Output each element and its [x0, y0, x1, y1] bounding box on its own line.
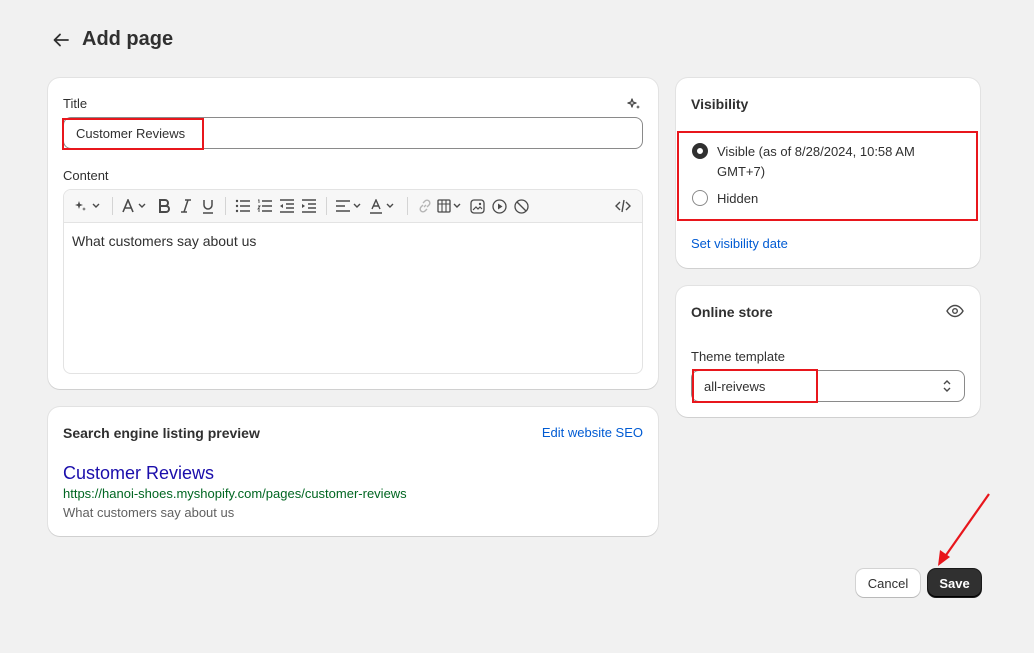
visible-radio-label: Visible (as of 8/28/2024, 10:58 AM GMT+7…: [717, 144, 915, 179]
table-dropdown-icon[interactable]: [436, 194, 466, 218]
bulleted-list-icon[interactable]: [232, 194, 254, 218]
page-title: Add page: [82, 28, 174, 50]
content-label: Content: [63, 168, 109, 183]
italic-icon[interactable]: [175, 194, 197, 218]
align-dropdown-icon[interactable]: [333, 194, 367, 218]
clear-format-icon[interactable]: [510, 194, 532, 218]
eye-icon[interactable]: [946, 304, 964, 318]
rich-text-editor: What customers say about us: [63, 189, 643, 374]
cancel-button[interactable]: Cancel: [856, 569, 920, 597]
numbered-list-icon[interactable]: [254, 194, 276, 218]
visibility-heading: Visibility: [691, 96, 749, 112]
red-arrow-icon: [938, 493, 990, 566]
select-chevron-icon: [943, 380, 951, 392]
edit-seo-link[interactable]: Edit website SEO: [542, 425, 643, 440]
theme-template-label: Theme template: [691, 349, 785, 364]
online-store-heading: Online store: [691, 304, 773, 320]
theme-template-value: all-reivews: [704, 378, 766, 394]
toolbar-divider: [407, 197, 408, 215]
seo-heading: Search engine listing preview: [63, 425, 260, 441]
seo-preview-card: Search engine listing preview Edit websi…: [48, 407, 658, 536]
set-visibility-date-link[interactable]: Set visibility date: [691, 236, 788, 251]
save-button[interactable]: Save: [928, 569, 981, 597]
visibility-card: Visibility Visible (as of 8/28/2024, 10:…: [676, 78, 980, 268]
title-label: Title: [63, 96, 88, 111]
page-header: Add page: [52, 28, 173, 51]
text-color-dropdown-icon[interactable]: [367, 194, 401, 218]
page-content-card: Title Content: [48, 78, 658, 389]
image-icon[interactable]: [466, 194, 488, 218]
visible-radio[interactable]: [692, 143, 708, 159]
toolbar-divider: [326, 197, 327, 215]
underline-icon[interactable]: [197, 194, 219, 218]
video-icon[interactable]: [488, 194, 510, 218]
indent-icon[interactable]: [298, 194, 320, 218]
outdent-icon[interactable]: [276, 194, 298, 218]
hidden-radio[interactable]: [692, 190, 708, 206]
bold-icon[interactable]: [153, 194, 175, 218]
editor-toolbar: [64, 190, 642, 223]
title-input[interactable]: [63, 117, 643, 149]
ai-sparkle-icon[interactable]: [626, 96, 642, 112]
theme-template-select[interactable]: all-reivews: [691, 370, 965, 402]
code-view-icon[interactable]: [612, 194, 634, 218]
online-store-card: Online store Theme template all-reivews: [676, 286, 980, 417]
ai-magic-dropdown-icon[interactable]: [72, 194, 106, 218]
toolbar-divider: [225, 197, 226, 215]
text-style-dropdown-icon[interactable]: [119, 194, 153, 218]
seo-page-title: Customer Reviews: [63, 463, 215, 483]
seo-url: https://hanoi-shoes.myshopify.com/pages/…: [63, 486, 407, 501]
visible-radio-option[interactable]: Visible (as of 8/28/2024, 10:58 AM GMT+7…: [692, 142, 947, 182]
seo-description: What customers say about us: [63, 505, 235, 520]
back-arrow-icon[interactable]: [52, 31, 70, 49]
link-icon[interactable]: [414, 194, 436, 218]
hidden-radio-option[interactable]: Hidden: [692, 189, 947, 209]
toolbar-divider: [112, 197, 113, 215]
editor-content-area[interactable]: What customers say about us: [64, 223, 642, 259]
hidden-radio-label: Hidden: [717, 191, 759, 206]
